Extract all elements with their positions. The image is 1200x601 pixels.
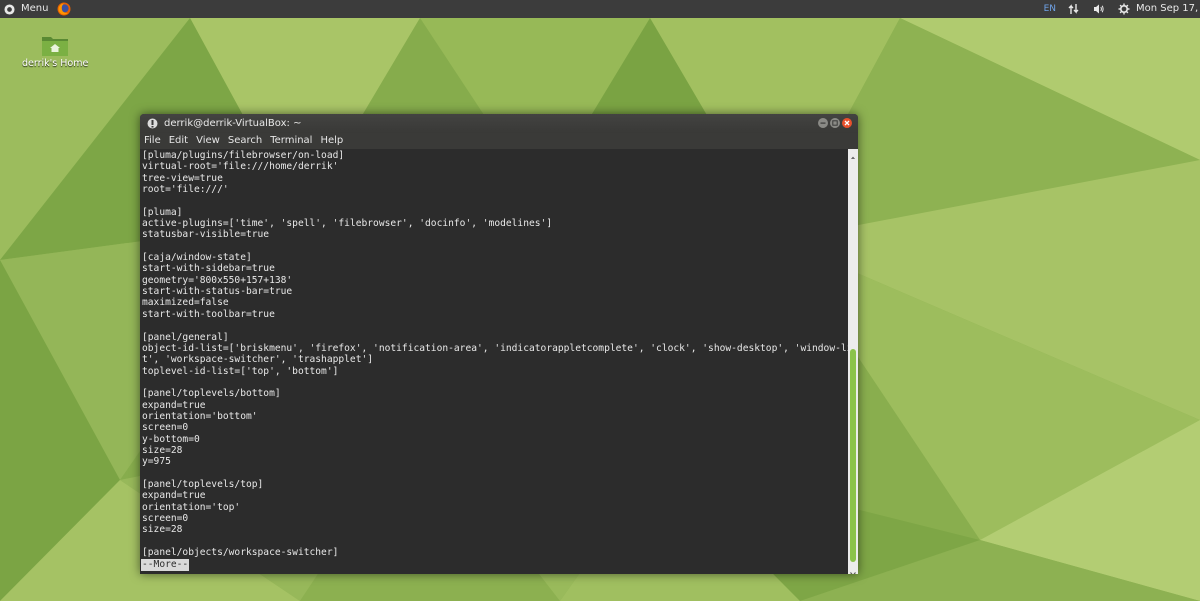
close-icon — [844, 120, 850, 126]
chevron-down-icon — [850, 572, 856, 574]
terminal-app-icon — [147, 118, 158, 129]
menu-terminal[interactable]: Terminal — [266, 133, 316, 149]
window-titlebar[interactable]: derrik@derrik-VirtualBox: ~ — [140, 114, 858, 133]
gear-icon[interactable] — [1118, 3, 1130, 15]
mate-logo-icon — [4, 3, 15, 15]
terminal-menubar: File Edit View Search Terminal Help — [140, 133, 858, 149]
volume-icon[interactable] — [1093, 3, 1105, 15]
menu-view[interactable]: View — [192, 133, 224, 149]
top-panel: Menu EN Mon Sep 17, 02 — [0, 0, 1200, 18]
home-folder-icon — [42, 37, 68, 56]
scroll-down-button[interactable] — [848, 564, 858, 574]
menu-label: Menu — [21, 3, 49, 14]
menu-edit[interactable]: Edit — [165, 133, 192, 149]
keyboard-layout-indicator[interactable]: EN — [1044, 0, 1056, 18]
menu-search[interactable]: Search — [224, 133, 266, 149]
terminal-output[interactable]: [pluma/plugins/filebrowser/on-load] virt… — [140, 149, 848, 574]
menu-help[interactable]: Help — [316, 133, 347, 149]
panel-indicators: EN Mon Sep 17, 02 — [1044, 0, 1200, 18]
desktop-home-label: derrik's Home — [22, 58, 89, 69]
clock[interactable]: Mon Sep 17, 02 — [1136, 0, 1200, 18]
maximize-icon — [832, 120, 838, 126]
window-title: derrik@derrik-VirtualBox: ~ — [164, 118, 302, 129]
terminal-window: derrik@derrik-VirtualBox: ~ File Edit Vi… — [140, 114, 858, 574]
scroll-track[interactable] — [848, 159, 858, 564]
minimize-icon — [820, 122, 826, 124]
firefox-icon[interactable] — [57, 2, 71, 16]
close-button[interactable] — [842, 118, 852, 128]
terminal-scrollbar[interactable] — [848, 149, 858, 574]
scroll-thumb[interactable] — [850, 349, 856, 562]
maximize-button[interactable] — [830, 118, 840, 128]
desktop-home-shortcut[interactable]: derrik's Home — [22, 33, 88, 69]
network-icon[interactable] — [1068, 3, 1080, 15]
minimize-button[interactable] — [818, 118, 828, 128]
terminal-text: [pluma/plugins/filebrowser/on-load] virt… — [142, 150, 848, 559]
main-menu-button[interactable]: Menu — [0, 0, 48, 18]
pager-more-prompt: --More-- — [141, 559, 190, 571]
menu-file[interactable]: File — [140, 133, 165, 149]
scroll-up-button[interactable] — [848, 149, 858, 161]
desktop: Menu EN Mon Sep 17, 02 — [0, 0, 1200, 601]
